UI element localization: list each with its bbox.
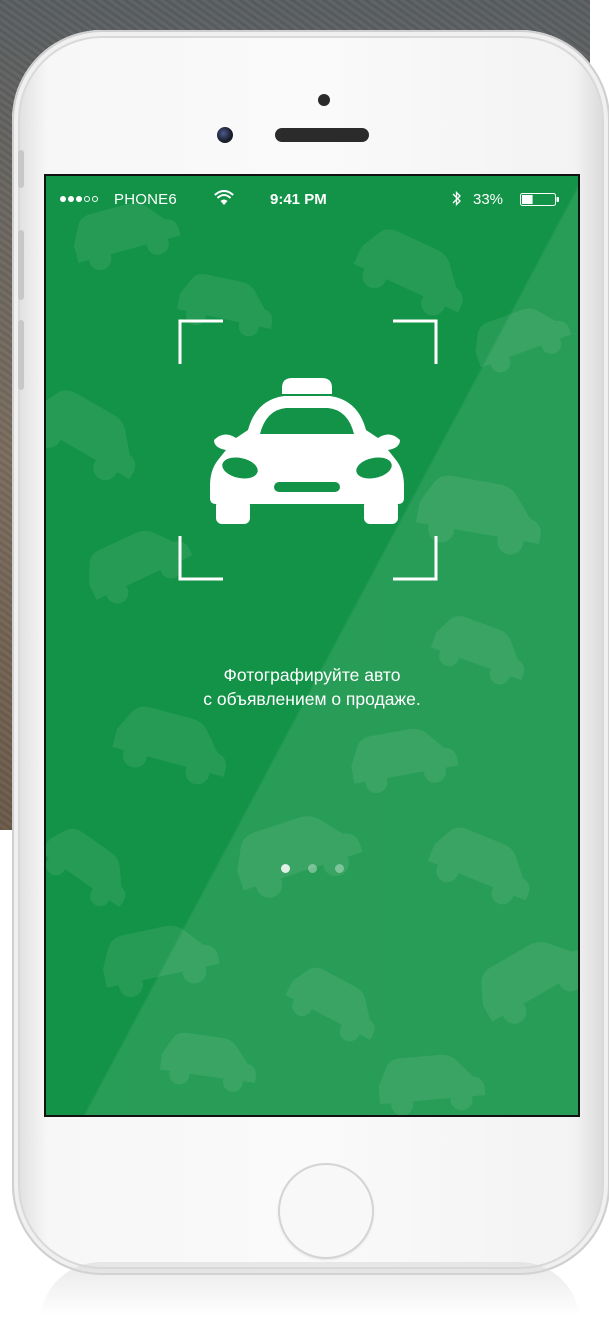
page-dot-2[interactable] bbox=[307, 864, 317, 873]
proximity-sensor bbox=[318, 94, 330, 106]
bluetooth-icon bbox=[452, 190, 461, 207]
battery-icon bbox=[520, 193, 559, 206]
page-dot-1[interactable] bbox=[280, 864, 290, 873]
scene: PHONE6 9:41 PM 33% Фотографируйте авто с… bbox=[0, 0, 609, 1323]
earpiece-speaker bbox=[275, 128, 369, 142]
home-button[interactable] bbox=[278, 1163, 374, 1259]
status-bar: PHONE6 9:41 PM 33% bbox=[46, 176, 578, 220]
volume-down-button bbox=[18, 320, 24, 390]
onboarding-line-1: Фотографируйте авто bbox=[223, 665, 401, 685]
mute-switch bbox=[18, 150, 24, 188]
signal-strength-icon bbox=[60, 196, 98, 202]
volume-up-button bbox=[18, 230, 24, 300]
phone-reflection bbox=[40, 1262, 580, 1323]
carrier-name: PHONE6 bbox=[114, 191, 177, 208]
taxi-car-icon bbox=[210, 378, 404, 524]
onboarding-message: Фотографируйте авто с объявлением о прод… bbox=[46, 663, 578, 711]
wifi-icon bbox=[214, 190, 234, 205]
onboarding-line-2: с объявлением о продаже. bbox=[203, 689, 421, 709]
clock: 9:41 PM bbox=[270, 191, 327, 208]
page-dot-3[interactable] bbox=[334, 864, 344, 873]
app-screen: PHONE6 9:41 PM 33% Фотографируйте авто с… bbox=[46, 176, 578, 1115]
car-pattern-background bbox=[46, 192, 578, 1115]
battery-percentage: 33% bbox=[473, 191, 504, 208]
front-camera bbox=[217, 127, 233, 143]
page-indicator[interactable] bbox=[46, 864, 578, 873]
